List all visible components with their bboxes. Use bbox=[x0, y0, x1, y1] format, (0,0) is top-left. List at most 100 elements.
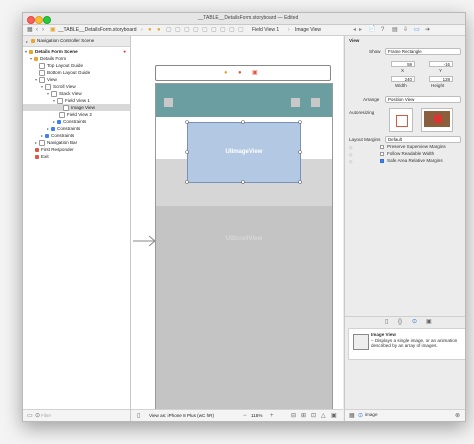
align-icon[interactable]: ⊞ bbox=[301, 413, 306, 419]
back-arrow-icon[interactable]: ‹ bbox=[36, 27, 38, 33]
issue-next-icon[interactable]: ▸ bbox=[359, 27, 362, 33]
scroll-view-label: UIScrollView bbox=[225, 236, 263, 242]
zoom-in-icon[interactable]: + bbox=[270, 413, 274, 419]
image-view[interactable]: UIImageView bbox=[187, 122, 301, 183]
safe-area-relative-margins-checkbox[interactable] bbox=[380, 159, 384, 163]
outline-item-details-form-scene[interactable]: ▾ Details Form Scene ● bbox=[25, 48, 128, 55]
outline-item-view[interactable]: ▾ View bbox=[35, 76, 57, 83]
divider bbox=[345, 316, 465, 317]
grid-view-icon[interactable]: ▦ bbox=[349, 413, 355, 419]
outline-item-image-view[interactable]: Image View bbox=[23, 104, 130, 111]
sidebar-toggle-icon[interactable]: ▭ bbox=[27, 413, 33, 419]
attributes-inspector-icon[interactable]: ⇩ bbox=[403, 27, 408, 33]
view-icon: ▢ bbox=[184, 27, 190, 33]
autoresizing-mask-control[interactable] bbox=[389, 108, 413, 132]
object-library-icon[interactable]: ⊙ bbox=[412, 319, 417, 325]
bar-button-item[interactable] bbox=[311, 98, 320, 107]
disclosure-triangle-icon[interactable]: ▸ bbox=[26, 39, 30, 44]
size-inspector-icon[interactable]: ▭ bbox=[414, 27, 420, 33]
add-constraints-icon[interactable]: ⊡ bbox=[311, 413, 316, 419]
outline-item-top-layout-guide[interactable]: Top Layout Guide bbox=[39, 62, 83, 69]
x-label: X bbox=[401, 68, 405, 73]
navigation-bar-icon bbox=[39, 139, 45, 146]
outline-item-exit[interactable]: Exit bbox=[35, 153, 49, 160]
scene-view[interactable]: UIScrollView UIImageView bbox=[155, 83, 333, 411]
follow-readable-width-label: Follow Readable Width bbox=[387, 151, 435, 156]
minimize-window-button[interactable] bbox=[35, 16, 43, 24]
preserve-superview-margins-checkbox[interactable] bbox=[380, 145, 384, 149]
outline-filter-input[interactable]: Filter bbox=[41, 412, 51, 419]
identity-inspector-icon[interactable]: ▤ bbox=[392, 27, 398, 33]
outline-item-first-responder[interactable]: First Responder bbox=[35, 146, 74, 153]
issue-warning-icon[interactable]: ◂ bbox=[353, 27, 356, 33]
error-badge-icon[interactable]: ● bbox=[123, 48, 126, 55]
library-item-title: Image View bbox=[371, 332, 396, 337]
bar-button-item[interactable] bbox=[164, 98, 173, 107]
breadcrumb-field-view[interactable]: Field View 1 bbox=[252, 27, 279, 33]
code-snippet-icon[interactable]: {} bbox=[398, 319, 402, 325]
outline-item-details-form[interactable]: ▾ Details Form bbox=[30, 55, 66, 62]
close-window-button[interactable] bbox=[27, 16, 35, 24]
show-popup[interactable]: Frame Rectangle bbox=[385, 48, 461, 55]
scroll-view-area[interactable]: UIScrollView bbox=[156, 206, 332, 410]
update-frames-icon[interactable]: ⊟ bbox=[291, 413, 296, 419]
outline-item-label: Bottom Layout Guide bbox=[47, 70, 91, 75]
layout-guide-icon bbox=[39, 69, 45, 76]
zoom-window-button[interactable] bbox=[43, 16, 51, 24]
y-field[interactable]: -16 bbox=[429, 61, 453, 67]
clear-filter-icon[interactable]: ⊗ bbox=[455, 413, 460, 419]
outline-item-bottom-layout-guide[interactable]: Bottom Layout Guide bbox=[39, 69, 90, 76]
outline-item-field-view-2[interactable]: Field View 2 bbox=[59, 111, 92, 118]
outline-item-label: Field View 2 bbox=[67, 112, 92, 117]
first-responder-icon[interactable]: ● bbox=[238, 70, 242, 76]
outline-item-constraints[interactable]: ▸ Constraints bbox=[53, 118, 86, 125]
resolve-issues-icon[interactable]: △ bbox=[321, 413, 326, 419]
outline-item-field-view-1[interactable]: ▾ Field View 1 bbox=[53, 97, 90, 104]
file-inspector-icon[interactable]: 📄 bbox=[368, 26, 375, 32]
width-field[interactable]: 240 bbox=[391, 76, 415, 82]
library-filter-input[interactable]: image bbox=[365, 412, 378, 417]
outline-item-label: Exit bbox=[41, 154, 49, 159]
follow-readable-width-checkbox[interactable] bbox=[380, 152, 384, 156]
height-field[interactable]: 128 bbox=[429, 76, 453, 82]
outline-item-label: Constraints bbox=[63, 119, 87, 124]
media-library-icon[interactable]: ▣ bbox=[426, 319, 432, 325]
forward-arrow-icon[interactable]: › bbox=[42, 27, 44, 33]
file-template-icon[interactable]: ▯ bbox=[385, 319, 388, 325]
arrange-popup[interactable]: Position View bbox=[385, 96, 461, 103]
x-field[interactable]: 59 bbox=[391, 61, 415, 67]
preserve-superview-margins-label: Preserve Superview Margins bbox=[387, 144, 446, 149]
layout-margins-popup[interactable]: Default bbox=[385, 136, 461, 143]
section-title: View bbox=[349, 38, 360, 43]
outline-item-label: Navigation Bar bbox=[47, 140, 78, 145]
navigation-bar[interactable] bbox=[156, 84, 332, 117]
breadcrumb-image-view[interactable]: Image View bbox=[295, 27, 321, 33]
outline-item-constraints[interactable]: ▸ Constraints bbox=[47, 125, 80, 132]
storyboard-canvas[interactable]: ● ● ▣ UIScrollView UIImageView ▯ View as… bbox=[131, 36, 343, 421]
outline-toggle-icon[interactable]: ▯ bbox=[137, 413, 140, 419]
outline-item-constraints[interactable]: ▸ Constraints bbox=[41, 132, 74, 139]
bar-button-item[interactable] bbox=[291, 98, 300, 107]
chevron-right-icon: › bbox=[141, 27, 143, 33]
outline-header[interactable]: ▸ Navigation Controller Scene bbox=[23, 36, 130, 47]
embed-in-icon[interactable]: ▣ bbox=[331, 413, 337, 419]
breadcrumb-storyboard[interactable]: __TABLE__DetailsForm.storyboard bbox=[58, 27, 137, 33]
outline-item-navigation-bar[interactable]: ▸ Navigation Bar bbox=[35, 139, 77, 146]
library-item-image-view[interactable]: Image View – Displays a single image, or… bbox=[348, 328, 465, 360]
arrange-label: Arrange bbox=[363, 97, 380, 102]
view-icon bbox=[57, 97, 63, 104]
outline-item-scroll-view[interactable]: ▾ Scroll View bbox=[41, 83, 76, 90]
show-label: Show bbox=[369, 49, 381, 54]
outline-item-stack-view[interactable]: ▾ Stack View bbox=[47, 90, 82, 97]
connections-inspector-icon[interactable]: ➔ bbox=[425, 27, 430, 33]
view-controller-icon[interactable]: ● bbox=[224, 70, 228, 76]
view-as-button[interactable]: View as: iPhone 8 Plus (wC hR) bbox=[149, 412, 214, 419]
image-view-icon bbox=[63, 104, 69, 111]
exit-icon[interactable]: ▣ bbox=[252, 70, 258, 76]
help-icon[interactable]: ? bbox=[381, 27, 384, 33]
view-icon: ▢ bbox=[175, 27, 181, 33]
grid-icon[interactable]: ▦ bbox=[27, 27, 33, 33]
view-icon: ▢ bbox=[229, 27, 235, 33]
outline-item-label: Scroll View bbox=[53, 84, 76, 89]
zoom-out-icon[interactable]: − bbox=[243, 413, 247, 419]
